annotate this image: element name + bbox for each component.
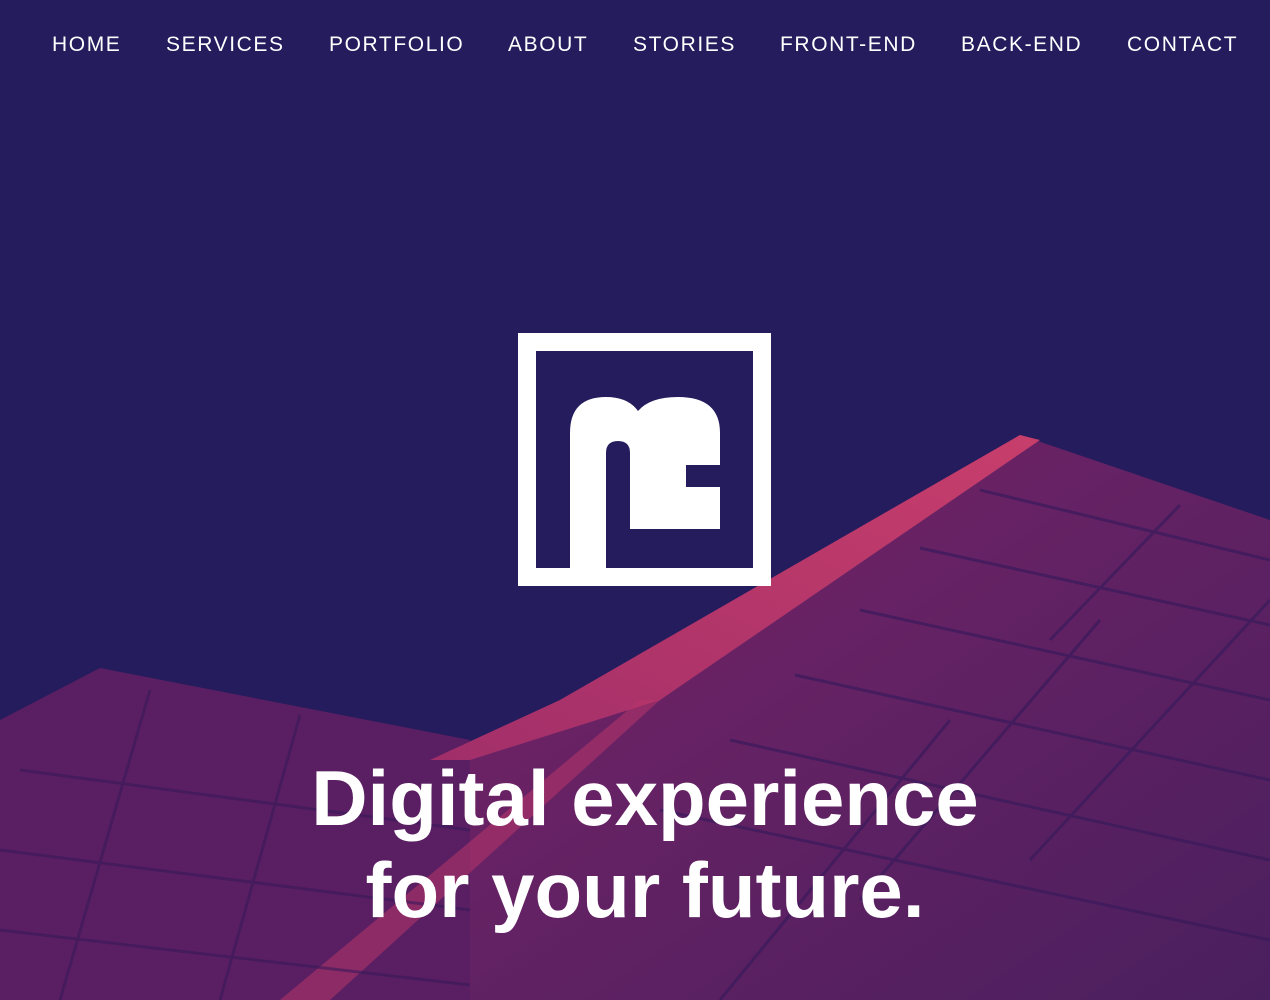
nav-about-link[interactable]: ABOUT — [508, 30, 588, 60]
nav-stories-link[interactable]: STORIES — [633, 30, 736, 60]
nav-back-end-link[interactable]: BACK-END — [961, 30, 1082, 60]
headline-line-1: Digital experience — [311, 754, 979, 842]
nav-contact-link[interactable]: CONTACT — [1127, 30, 1238, 60]
nav-front-end-link[interactable]: FRONT-END — [780, 30, 917, 60]
nav-home-link[interactable]: HOME — [52, 30, 121, 60]
main-nav: HOME SERVICES PORTFOLIO ABOUT STORIES FR… — [0, 30, 1270, 60]
m-monogram-logo-icon — [518, 333, 771, 586]
nav-services-link[interactable]: SERVICES — [166, 30, 285, 60]
headline-line-2: for your future. — [365, 846, 925, 934]
hero-page: HOME SERVICES PORTFOLIO ABOUT STORIES FR… — [0, 0, 1270, 1000]
nav-portfolio-link[interactable]: PORTFOLIO — [329, 30, 464, 60]
hero-headline: Digital experience for your future. — [0, 752, 1270, 936]
